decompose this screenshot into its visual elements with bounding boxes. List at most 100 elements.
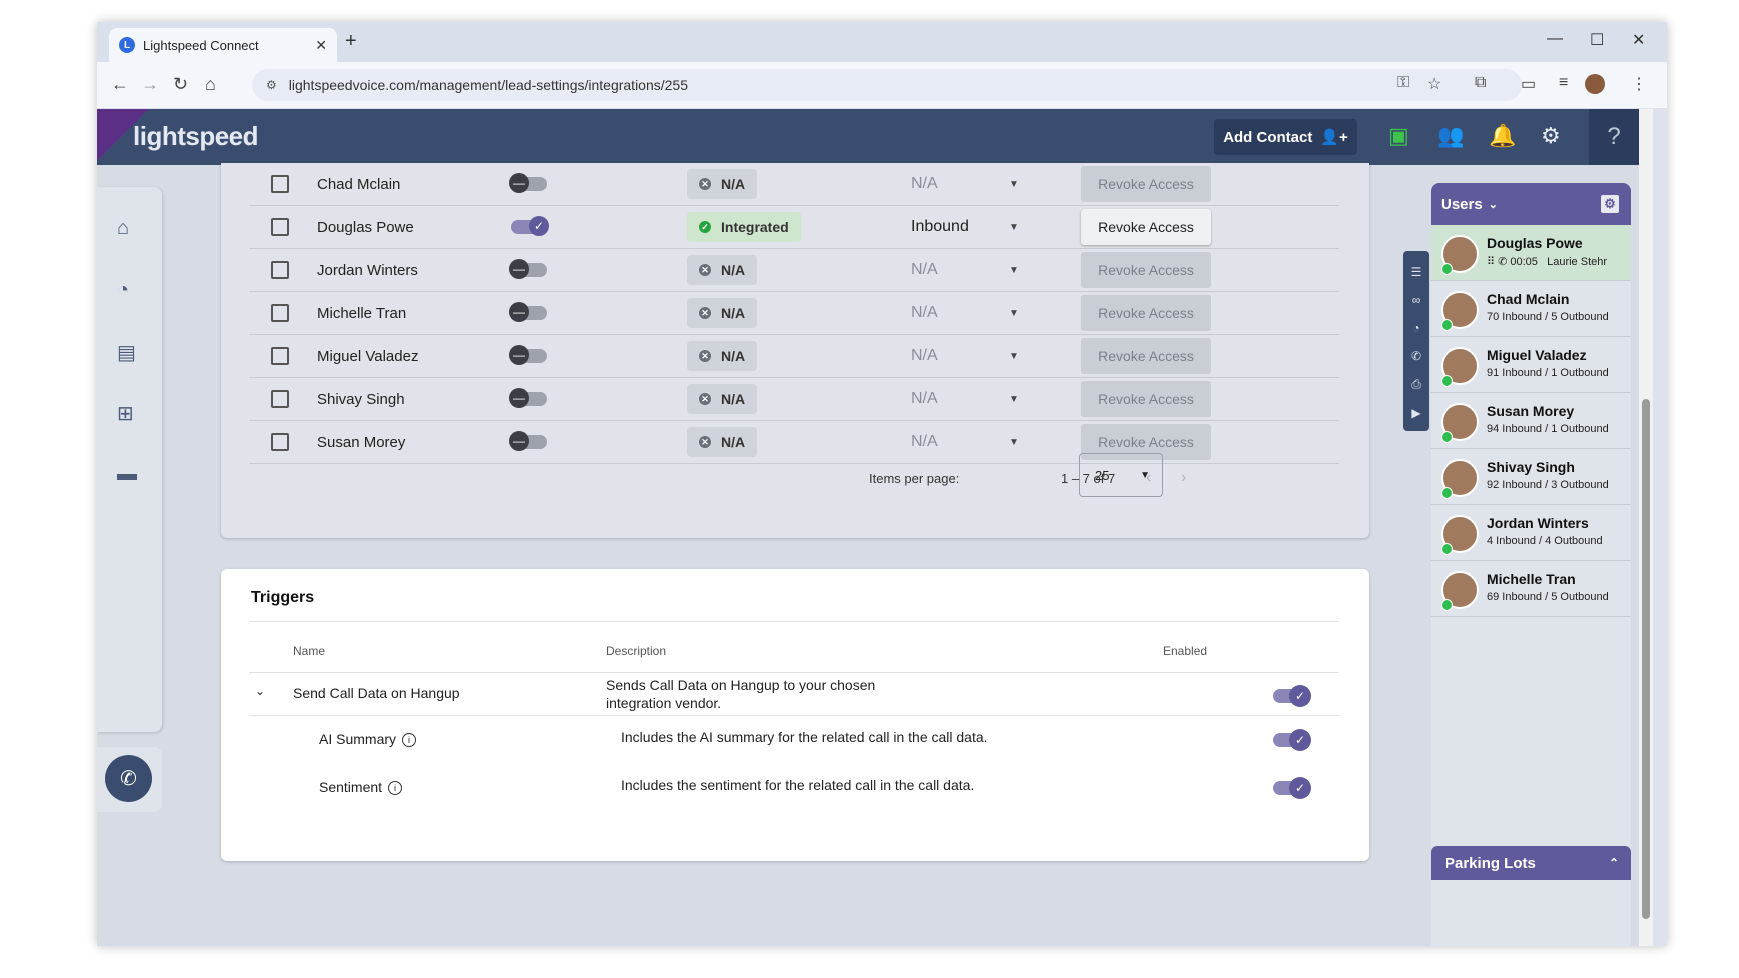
row-checkbox[interactable]: [271, 390, 289, 408]
logo[interactable]: lightspeed: [133, 121, 259, 152]
page-scrollbar[interactable]: [1639, 109, 1653, 946]
integration-toggle[interactable]: —: [509, 302, 547, 322]
site-info-icon[interactable]: ⚙: [266, 78, 277, 92]
integration-toggle[interactable]: —: [509, 345, 547, 365]
caret-down-icon[interactable]: ▼: [1009, 265, 1019, 276]
user-card[interactable]: Shivay Singh 92 Inbound / 3 Outbound: [1431, 449, 1631, 505]
sentiment-toggle[interactable]: ✓: [1273, 777, 1311, 799]
direction-select[interactable]: N/A: [911, 261, 938, 279]
messages-nav-icon[interactable]: ▤: [117, 340, 136, 365]
home-nav-icon[interactable]: ⌂: [117, 217, 129, 240]
integration-toggle[interactable]: ✓: [511, 216, 549, 236]
revoke-access-button[interactable]: Revoke Access: [1081, 252, 1211, 288]
info-icon[interactable]: i: [388, 781, 403, 796]
ai-summary-label: AI Summary: [319, 731, 397, 747]
caret-down-icon[interactable]: ▼: [1009, 179, 1019, 190]
media-icon[interactable]: ≡: [1559, 74, 1568, 92]
bell-icon[interactable]: 🔔: [1489, 123, 1516, 149]
close-tab-icon[interactable]: ✕: [315, 37, 327, 54]
flow-nav-icon[interactable]: ⊞: [117, 401, 134, 426]
caret-down-icon[interactable]: ▼: [1009, 308, 1019, 319]
voicemail-icon[interactable]: ∞: [1403, 293, 1429, 307]
user-card[interactable]: Jordan Winters 4 Inbound / 4 Outbound: [1431, 505, 1631, 561]
caret-down-icon[interactable]: ▼: [1009, 222, 1019, 233]
close-window-icon[interactable]: ✕: [1632, 30, 1645, 50]
maximize-icon[interactable]: ☐: [1590, 30, 1604, 50]
profile-avatar[interactable]: [1585, 74, 1605, 94]
phone-lock-icon[interactable]: ▣: [1388, 123, 1409, 149]
revoke-access-button[interactable]: Revoke Access: [1081, 338, 1211, 374]
reload-icon[interactable]: ↻: [173, 74, 188, 95]
user-call-stats: 92 Inbound / 3 Outbound: [1487, 479, 1609, 491]
direction-select[interactable]: N/A: [911, 175, 938, 193]
trigger-enabled-toggle[interactable]: ✓: [1273, 685, 1311, 707]
home-icon[interactable]: ⌂: [205, 74, 216, 95]
caret-down-icon[interactable]: ▼: [1009, 351, 1019, 362]
dashboard-icon[interactable]: ◔: [1403, 321, 1429, 335]
online-status-icon: [1441, 431, 1453, 443]
user-card[interactable]: Susan Morey 94 Inbound / 1 Outbound: [1431, 393, 1631, 449]
direction-select[interactable]: N/A: [911, 304, 938, 322]
integration-toggle[interactable]: —: [509, 173, 547, 193]
row-checkbox[interactable]: [271, 347, 289, 365]
trigger-description-line1: Sends Call Data on Hangup to your chosen: [606, 677, 876, 693]
user-call-stats: 94 Inbound / 1 Outbound: [1487, 423, 1609, 435]
integration-toggle[interactable]: —: [509, 388, 547, 408]
row-checkbox[interactable]: [271, 175, 289, 193]
direction-select[interactable]: Inbound: [911, 218, 969, 236]
back-icon[interactable]: ←: [111, 74, 129, 95]
integration-toggle[interactable]: —: [509, 431, 547, 451]
url-field[interactable]: ⚙ lightspeedvoice.com/management/lead-se…: [252, 69, 1522, 101]
direction-select[interactable]: N/A: [911, 390, 938, 408]
expand-chevron-icon[interactable]: ⌄: [255, 681, 265, 701]
direction-select[interactable]: N/A: [911, 433, 938, 451]
menu-dots-icon[interactable]: ⋮: [1631, 74, 1647, 94]
row-checkbox[interactable]: [271, 261, 289, 279]
revoke-access-button[interactable]: Revoke Access: [1081, 381, 1211, 417]
gear-icon[interactable]: ⚙: [1541, 123, 1561, 149]
password-key-icon[interactable]: ⚿: [1397, 74, 1409, 92]
add-contact-button[interactable]: Add Contact 👤+: [1214, 119, 1357, 155]
bookmark-star-icon[interactable]: ☆: [1427, 74, 1441, 94]
row-checkbox[interactable]: [271, 218, 289, 236]
revoke-access-button[interactable]: Revoke Access: [1081, 166, 1211, 202]
browser-tab[interactable]: L Lightspeed Connect ✕: [109, 28, 337, 62]
info-icon[interactable]: i: [402, 733, 417, 748]
row-checkbox[interactable]: [271, 433, 289, 451]
user-card[interactable]: Michelle Tran 69 Inbound / 5 Outbound: [1431, 561, 1631, 617]
fax-icon[interactable]: ⎙: [1403, 377, 1429, 392]
help-bot-icon[interactable]: ?: [1589, 109, 1639, 165]
video-icon[interactable]: ▶: [1403, 406, 1429, 420]
parking-lots-header[interactable]: Parking Lots ⌃: [1431, 846, 1631, 880]
cast-icon[interactable]: ▭: [1521, 74, 1536, 94]
revoke-access-button[interactable]: Revoke Access: [1081, 295, 1211, 331]
revoke-access-button[interactable]: Revoke Access: [1081, 209, 1211, 245]
billing-nav-icon[interactable]: ▬: [117, 463, 137, 486]
next-page-icon[interactable]: ›: [1181, 469, 1186, 487]
user-call-stats: 4 Inbound / 4 Outbound: [1487, 535, 1603, 547]
new-tab-icon[interactable]: +: [345, 30, 357, 53]
users-dropdown[interactable]: Users ⌄ ⚙: [1431, 183, 1631, 225]
user-name: Jordan Winters: [317, 261, 418, 279]
user-card[interactable]: Douglas Powe ⠿ ✆ 00:05 Laurie Stehr: [1431, 225, 1631, 281]
dialer-phone-icon[interactable]: ✆: [105, 755, 152, 802]
extensions-icon[interactable]: ⧉: [1475, 74, 1486, 92]
user-card-name: Michelle Tran: [1487, 571, 1576, 587]
dashboard-nav-icon[interactable]: ◔: [117, 279, 129, 302]
list-icon[interactable]: ☰: [1403, 265, 1429, 279]
users-settings-gear-icon[interactable]: ⚙: [1601, 195, 1619, 213]
phone-icon[interactable]: ✆: [1403, 349, 1429, 363]
integration-toggle[interactable]: —: [509, 259, 547, 279]
caret-down-icon[interactable]: ▼: [1009, 437, 1019, 448]
prev-page-icon[interactable]: ‹: [1146, 469, 1151, 487]
user-card[interactable]: Chad Mclain 70 Inbound / 5 Outbound: [1431, 281, 1631, 337]
ai-summary-toggle[interactable]: ✓: [1273, 729, 1311, 751]
forward-icon[interactable]: →: [141, 74, 159, 95]
user-card[interactable]: Miguel Valadez 91 Inbound / 1 Outbound: [1431, 337, 1631, 393]
caret-down-icon[interactable]: ▼: [1009, 394, 1019, 405]
minimize-icon[interactable]: —: [1547, 30, 1563, 48]
scrollbar-thumb[interactable]: [1642, 399, 1650, 919]
users-icon[interactable]: 👥: [1437, 123, 1464, 149]
row-checkbox[interactable]: [271, 304, 289, 322]
direction-select[interactable]: N/A: [911, 347, 938, 365]
